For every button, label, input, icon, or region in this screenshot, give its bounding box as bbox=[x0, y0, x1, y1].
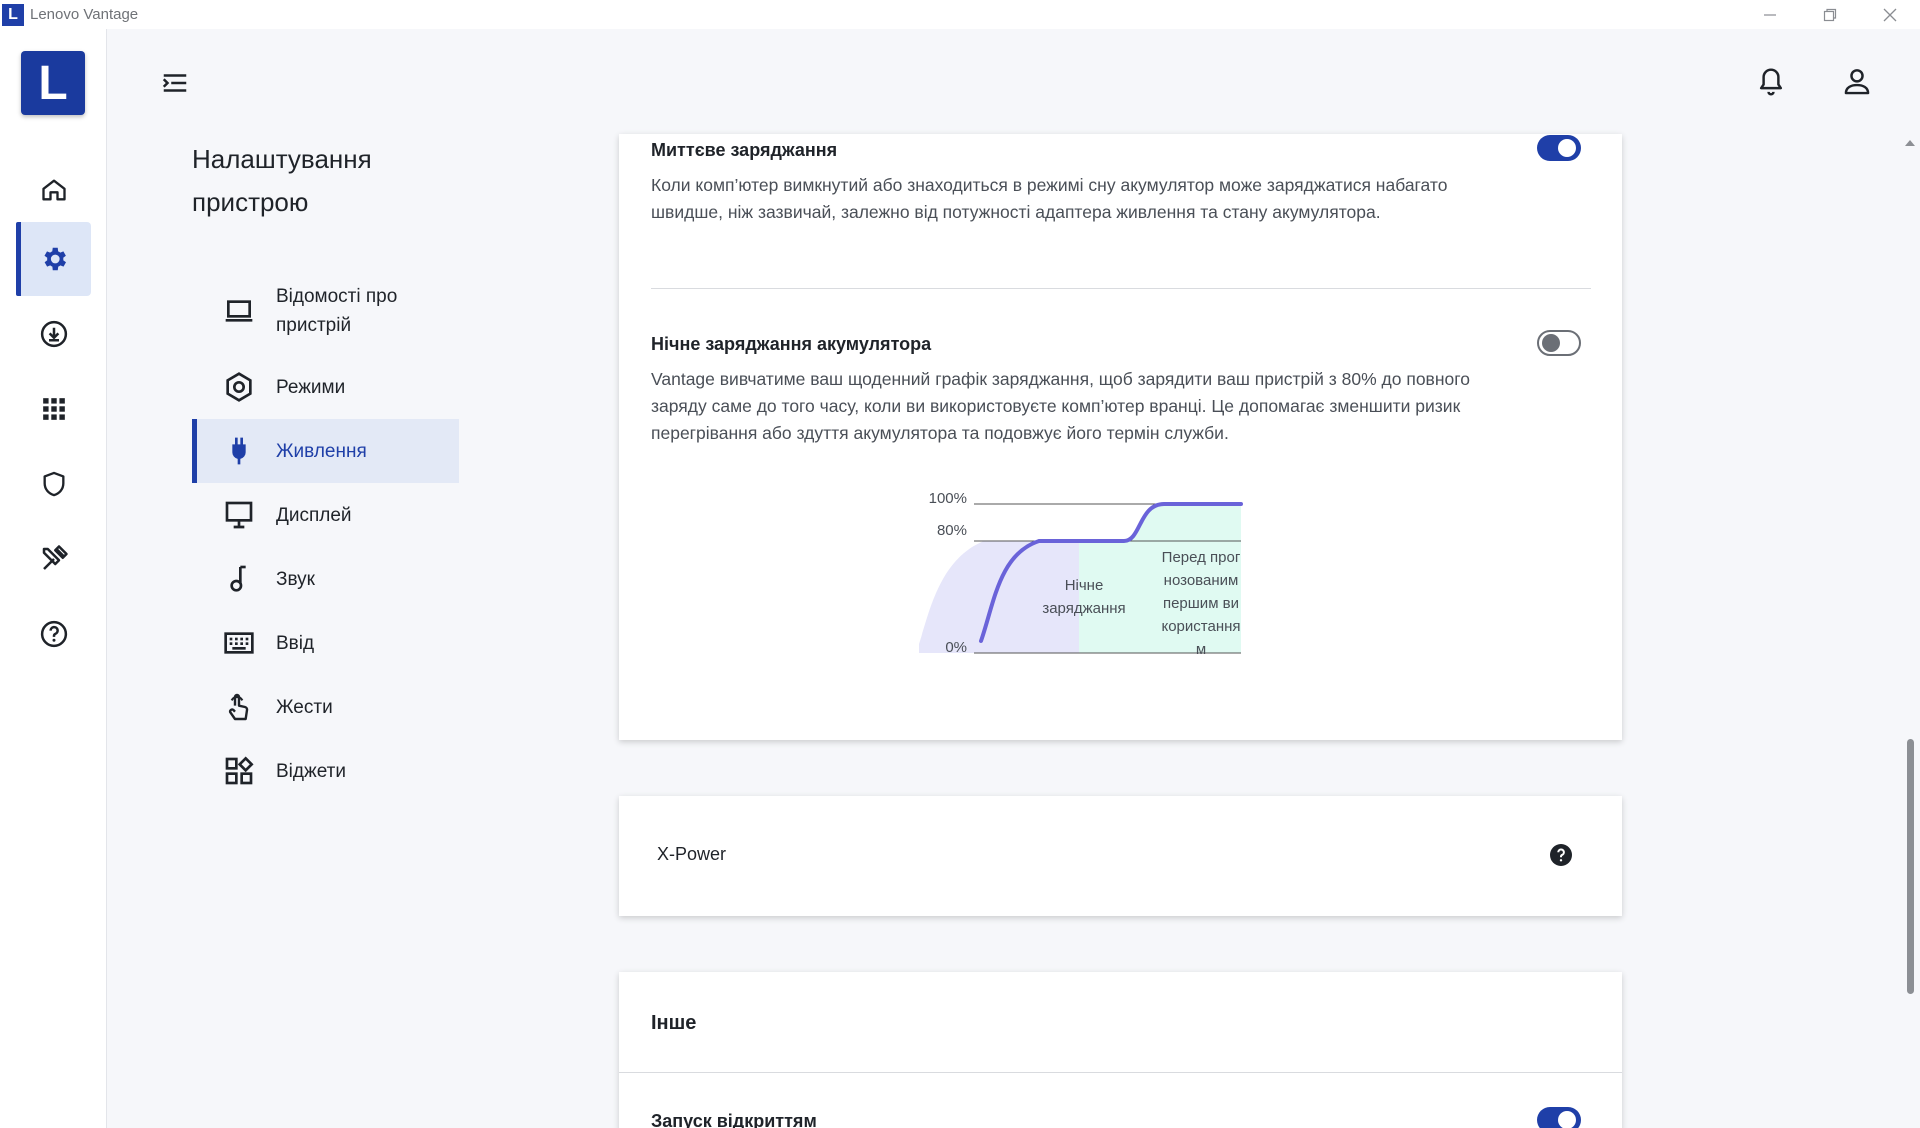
tools-icon bbox=[42, 545, 68, 570]
nav-item-gestures[interactable]: Жести bbox=[192, 690, 459, 724]
app-rail: L bbox=[0, 29, 107, 1128]
autostart-title: Запуск відкриттям bbox=[651, 1111, 817, 1128]
nav-item-label: Живлення bbox=[276, 440, 367, 462]
nav-item-label: Віджети bbox=[276, 760, 346, 782]
overnight-charge-toggle[interactable] bbox=[1537, 330, 1581, 356]
minimize-button[interactable] bbox=[1740, 0, 1800, 29]
menu-collapse-icon bbox=[162, 74, 187, 92]
help-icon bbox=[1550, 844, 1572, 866]
notifications-button[interactable] bbox=[1756, 66, 1786, 100]
rail-device-settings[interactable] bbox=[16, 222, 91, 296]
nav-item-label: Ввід bbox=[276, 632, 315, 654]
toggle-knob bbox=[1542, 334, 1560, 352]
nav-item-label: Дисплей bbox=[276, 504, 352, 526]
home-icon bbox=[41, 179, 66, 201]
divider bbox=[619, 1072, 1622, 1073]
widgets-icon bbox=[222, 754, 256, 788]
toggle-knob bbox=[1558, 139, 1576, 157]
download-icon bbox=[40, 320, 67, 348]
rail-apps[interactable] bbox=[16, 372, 91, 446]
keyboard-icon bbox=[222, 626, 256, 660]
other-card-title: Інше bbox=[651, 1012, 697, 1034]
question-icon bbox=[40, 620, 67, 648]
monitor-icon bbox=[222, 498, 256, 532]
rail-security[interactable] bbox=[16, 447, 91, 521]
label-0: 0% bbox=[945, 639, 967, 656]
nav-item-display[interactable]: Дисплей bbox=[192, 498, 459, 532]
xpower-help-button[interactable] bbox=[1549, 843, 1573, 867]
nav-item-widgets[interactable]: Віджети bbox=[192, 754, 459, 788]
lenovo-logo[interactable]: L bbox=[21, 51, 85, 115]
close-button[interactable] bbox=[1860, 0, 1920, 29]
title-bar: L Lenovo Vantage bbox=[0, 0, 1920, 29]
laptop-icon bbox=[222, 294, 256, 328]
hexagon-icon bbox=[222, 370, 256, 404]
label-100: 100% bbox=[928, 490, 967, 507]
toggle-knob bbox=[1558, 1111, 1576, 1128]
rail-updates[interactable] bbox=[16, 297, 91, 371]
overnight-charge-diagram: 100% 80% 0% Нічне заряджання Перед прогн… bbox=[909, 484, 1379, 674]
menu-toggle-button[interactable] bbox=[160, 68, 194, 98]
plug-icon bbox=[222, 434, 256, 468]
bell-icon bbox=[1759, 68, 1783, 96]
restore-button[interactable] bbox=[1800, 0, 1860, 29]
xpower-card: X-Power bbox=[619, 796, 1622, 916]
nav-item-modes[interactable]: Режими bbox=[192, 370, 459, 404]
label-80: 80% bbox=[936, 522, 967, 539]
instant-charge-toggle[interactable] bbox=[1537, 135, 1581, 161]
charge-curve-graphic bbox=[919, 502, 1243, 654]
divider bbox=[651, 288, 1591, 289]
nav-item-input[interactable]: Ввід bbox=[192, 626, 459, 660]
music-note-icon bbox=[222, 562, 256, 596]
xpower-title: X-Power bbox=[657, 844, 727, 864]
page-scrollbar[interactable] bbox=[1904, 134, 1916, 1128]
night-charge-label: Нічне заряджання bbox=[1042, 577, 1126, 617]
nav-item-label: Звук bbox=[276, 568, 315, 590]
nav-item-device-info[interactable]: Відомості про пристрій bbox=[192, 282, 459, 340]
nav-item-power[interactable]: Живлення bbox=[192, 419, 459, 483]
scroll-up-icon[interactable] bbox=[1904, 138, 1916, 148]
grid-icon bbox=[42, 398, 65, 420]
instant-charge-title: Миттєве заряджання bbox=[651, 140, 838, 160]
window-controls bbox=[1740, 0, 1920, 29]
restore-icon bbox=[1823, 8, 1837, 21]
nav-item-label: Режими bbox=[276, 376, 346, 398]
nav-item-sound[interactable]: Звук bbox=[192, 562, 459, 596]
nav-item-label: Жести bbox=[276, 696, 333, 718]
touch-icon bbox=[222, 690, 256, 724]
nav-item-label: Відомості про пристрій bbox=[276, 286, 398, 336]
rail-help[interactable] bbox=[16, 597, 91, 671]
gear-icon bbox=[44, 247, 66, 271]
rail-tools[interactable] bbox=[16, 522, 91, 596]
user-icon bbox=[1844, 69, 1870, 95]
shield-icon bbox=[43, 471, 64, 497]
account-button[interactable] bbox=[1842, 66, 1872, 100]
scroll-thumb[interactable] bbox=[1907, 739, 1914, 994]
overnight-charge-description: Vantage вивчатиме ваш щоденний графік за… bbox=[651, 369, 1470, 443]
rail-home[interactable] bbox=[16, 153, 91, 227]
instant-charge-description: Коли комп’ютер вимкнутий або знаходиться… bbox=[651, 175, 1448, 222]
close-icon bbox=[1883, 8, 1897, 21]
pre-use-label: Перед прогнозованим першим використанням bbox=[1161, 549, 1241, 654]
overnight-charge-title: Нічне заряджання акумулятора bbox=[651, 334, 932, 354]
other-card: Інше Запуск відкриттям bbox=[619, 972, 1622, 1128]
app-logo: L bbox=[2, 3, 24, 26]
minimize-icon bbox=[1764, 13, 1776, 16]
power-settings-card: Миттєве заряджання Коли комп’ютер вимкну… bbox=[619, 134, 1622, 740]
autostart-toggle[interactable] bbox=[1537, 1107, 1581, 1128]
page-title: Налаштування пристрою bbox=[192, 144, 372, 217]
window-title: Lenovo Vantage bbox=[30, 6, 139, 23]
